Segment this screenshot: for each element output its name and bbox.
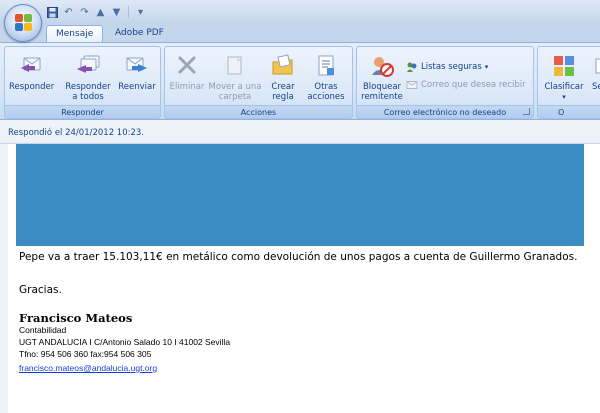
delete-icon xyxy=(174,53,200,79)
chevron-down-icon: ▾ xyxy=(562,93,566,101)
other-actions-button[interactable]: Otras acciones xyxy=(302,53,350,102)
block-sender-label-1: Bloquear xyxy=(362,82,402,92)
not-junk-button[interactable]: Correo que desea recibir xyxy=(406,78,526,91)
office-button[interactable] xyxy=(4,4,42,42)
group-label-acciones: Acciones xyxy=(165,105,352,118)
tab-adobe-pdf[interactable]: Adobe PDF xyxy=(106,25,173,42)
forward-button[interactable]: Reenviar xyxy=(116,53,158,92)
reply-label: Responder xyxy=(9,82,55,92)
block-sender-icon xyxy=(369,53,395,79)
qat-separator xyxy=(128,6,129,18)
group-label-options: O xyxy=(538,105,600,118)
follow-up-icon xyxy=(593,53,600,79)
create-rule-icon xyxy=(270,53,296,79)
redo-icon[interactable]: ↷ xyxy=(78,6,91,19)
message-text: Pepe va a traer 15.103,11€ en metálico c… xyxy=(19,251,578,263)
customize-qat-icon[interactable]: ▾ xyxy=(134,6,147,19)
move-to-folder-icon xyxy=(222,53,248,79)
group-responder: Responder Responder a todos Reenviar Res… xyxy=(4,46,161,119)
block-sender-label-2: remitente xyxy=(361,92,403,102)
reply-icon xyxy=(17,53,43,79)
save-icon[interactable] xyxy=(46,6,59,19)
group-acciones: Eliminar Mover a una carpeta Crear regla… xyxy=(164,46,353,119)
create-rule-button[interactable]: Crear regla xyxy=(266,53,300,102)
group-label-junk: Correo electrónico no deseado xyxy=(357,105,533,118)
other-actions-icon xyxy=(313,53,339,79)
block-sender-button[interactable]: Bloquear remitente xyxy=(360,53,404,102)
group-classify: Clasificar ▾ Seg O xyxy=(537,46,600,119)
reply-all-label-1: Responder xyxy=(65,82,111,92)
chevron-down-icon: ▾ xyxy=(484,62,489,71)
safe-lists-icon xyxy=(406,61,418,73)
quick-access-toolbar: ↶ ↷ ▲ ▼ ▾ xyxy=(46,4,147,20)
title-bar: ↶ ↷ ▲ ▼ ▾ xyxy=(0,0,600,22)
delete-button[interactable]: Eliminar xyxy=(168,53,206,92)
create-rule-label-2: regla xyxy=(272,92,294,102)
group-junk-mail: Bloquear remitente Listas seguras ▾ Corr… xyxy=(356,46,534,119)
move-label-2: carpeta xyxy=(218,92,252,102)
signature-dept: Contabilidad xyxy=(19,325,67,335)
other-actions-label-2: acciones xyxy=(307,92,345,102)
follow-up-button[interactable]: Seg xyxy=(588,53,600,92)
other-actions-label-1: Otras xyxy=(314,82,338,92)
message-thanks: Gracias. xyxy=(19,284,62,296)
next-item-icon[interactable]: ▼ xyxy=(110,6,123,19)
office-logo-icon xyxy=(15,14,33,32)
dialog-launcher-icon[interactable] xyxy=(523,108,530,115)
replied-info: Respondió el 24/01/2012 10:23. xyxy=(8,128,145,138)
delete-label: Eliminar xyxy=(169,82,205,92)
forward-label: Reenviar xyxy=(118,82,156,92)
previous-item-icon[interactable]: ▲ xyxy=(94,6,107,19)
tab-mensaje[interactable]: Mensaje xyxy=(46,25,104,42)
move-to-folder-button[interactable]: Mover a una carpeta xyxy=(207,53,263,102)
safe-lists-button[interactable]: Listas seguras ▾ xyxy=(406,60,488,73)
not-junk-label: Correo que desea recibir xyxy=(421,79,526,90)
categorize-icon xyxy=(551,53,577,79)
reply-all-label-2: a todos xyxy=(72,92,104,102)
classify-label: Clasificar xyxy=(544,82,584,92)
signature-email-link[interactable]: francisco.mateos@andalucia.ugt.org xyxy=(19,363,157,373)
forward-icon xyxy=(124,53,150,79)
not-junk-icon xyxy=(406,79,418,91)
group-label-responder: Responder xyxy=(5,105,160,118)
redacted-block xyxy=(16,144,584,246)
reply-all-icon xyxy=(75,53,101,79)
info-bar: Respondió el 24/01/2012 10:23. xyxy=(0,120,600,144)
create-rule-label-1: Crear xyxy=(271,82,295,92)
ribbon: Responder Responder a todos Reenviar Res… xyxy=(0,42,600,120)
undo-icon[interactable]: ↶ xyxy=(62,6,75,19)
reply-button[interactable]: Responder xyxy=(9,53,55,92)
signature-name: Francisco Mateos xyxy=(19,311,133,325)
classify-button[interactable]: Clasificar ▾ xyxy=(542,53,586,102)
move-label-1: Mover a una xyxy=(208,82,262,92)
signature-phone: Tfno: 954 506 360 fax:954 506 305 xyxy=(19,349,152,359)
reply-all-button[interactable]: Responder a todos xyxy=(63,53,113,102)
follow-up-label: Seg xyxy=(591,82,600,92)
signature-address: UGT ANDALUCIA I C/Antonio Salado 10 I 41… xyxy=(19,337,231,347)
safe-lists-label: Listas seguras xyxy=(421,61,482,72)
ribbon-tabs: Mensaje Adobe PDF xyxy=(0,22,600,42)
